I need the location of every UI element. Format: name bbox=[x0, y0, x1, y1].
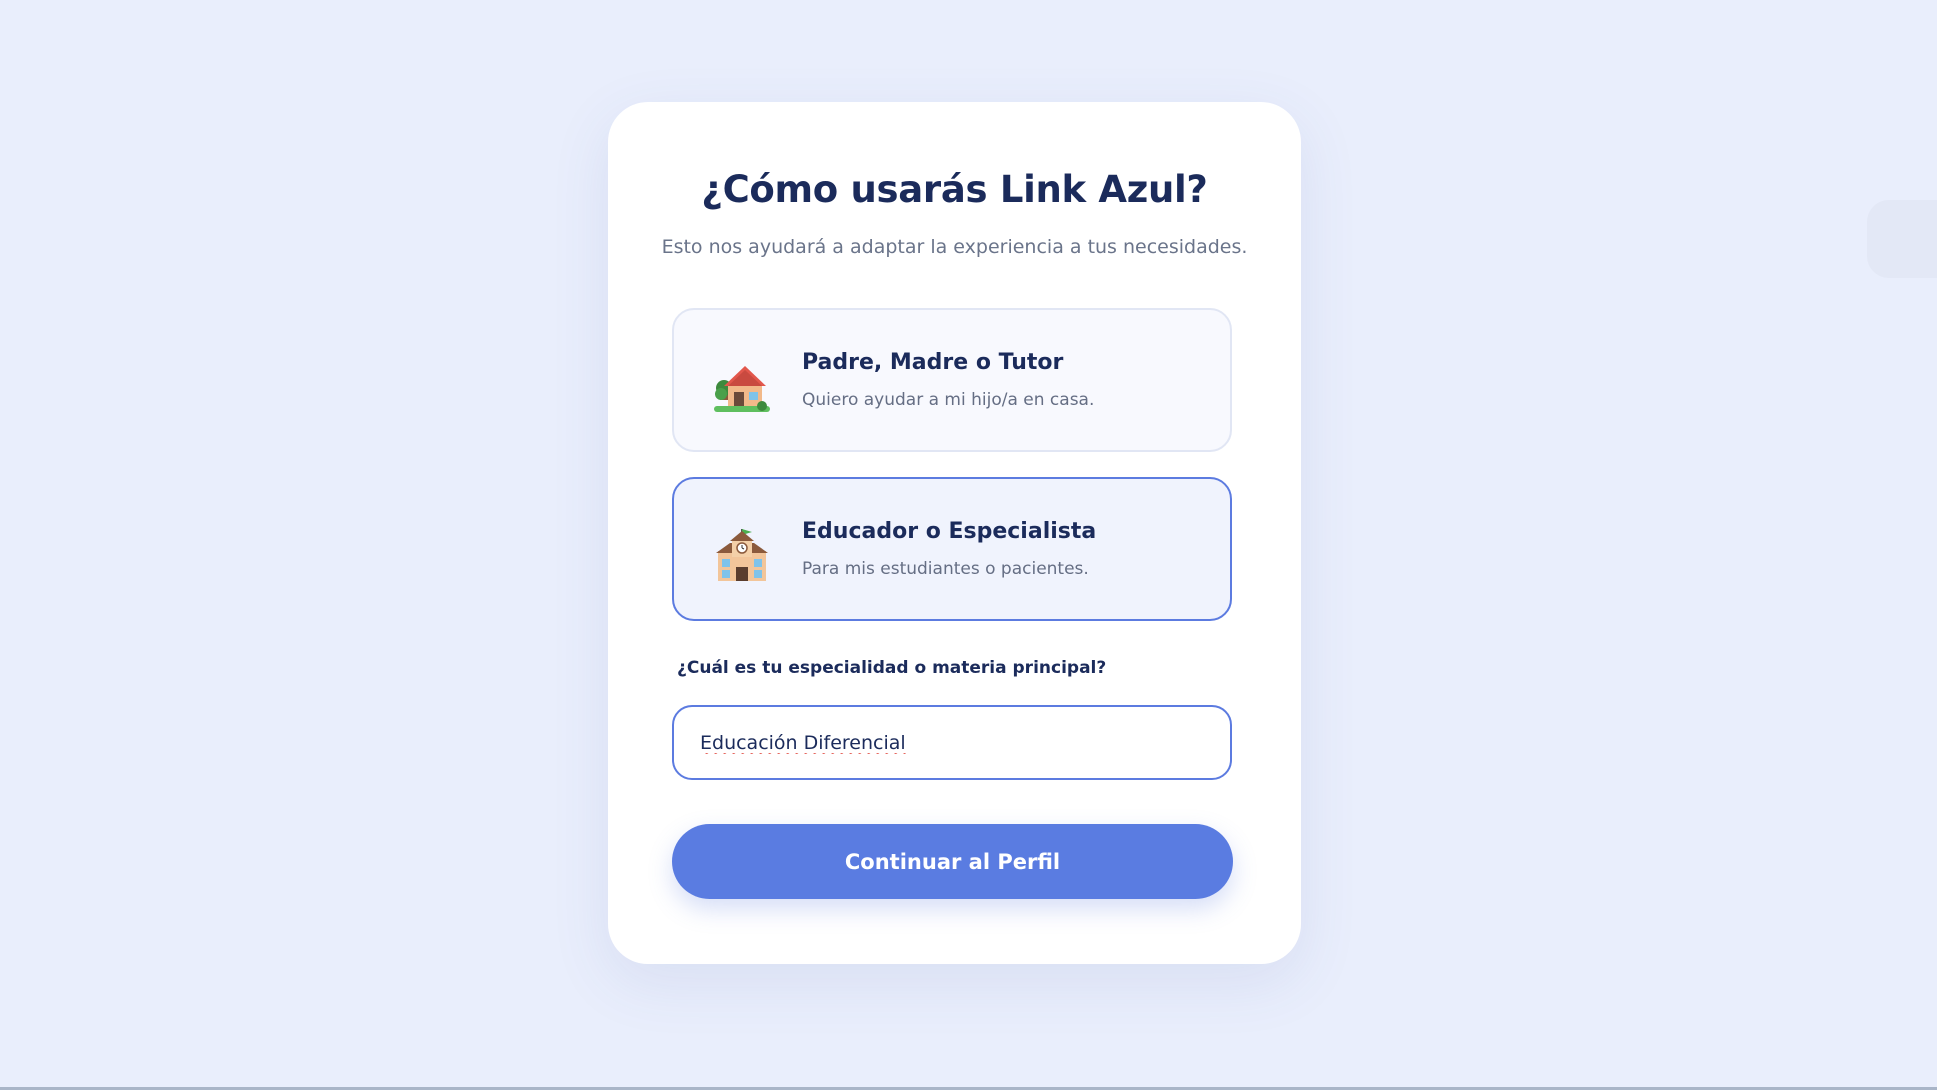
side-decoration bbox=[1867, 200, 1937, 278]
specialty-label: ¿Cuál es tu especialidad o materia princ… bbox=[677, 658, 1107, 678]
option-parent-tutor[interactable]: Padre, Madre o Tutor Quiero ayudar a mi … bbox=[672, 308, 1232, 452]
option-description: Quiero ayudar a mi hijo/a en casa. bbox=[802, 390, 1095, 410]
continue-button[interactable]: Continuar al Perfil bbox=[672, 824, 1233, 899]
option-title: Educador o Especialista bbox=[802, 519, 1097, 544]
specialty-input[interactable] bbox=[672, 705, 1232, 780]
option-educator-specialist[interactable]: Educador o Especialista Para mis estudia… bbox=[672, 477, 1232, 621]
school-icon bbox=[714, 529, 770, 581]
page-subtitle: Esto nos ayudará a adaptar la experienci… bbox=[661, 236, 1248, 258]
option-title: Padre, Madre o Tutor bbox=[802, 350, 1064, 375]
house-icon bbox=[714, 360, 770, 412]
onboarding-card: ¿Cómo usarás Link Azul? Esto nos ayudará… bbox=[608, 102, 1301, 964]
option-description: Para mis estudiantes o pacientes. bbox=[802, 559, 1089, 579]
page-title: ¿Cómo usarás Link Azul? bbox=[701, 168, 1208, 211]
